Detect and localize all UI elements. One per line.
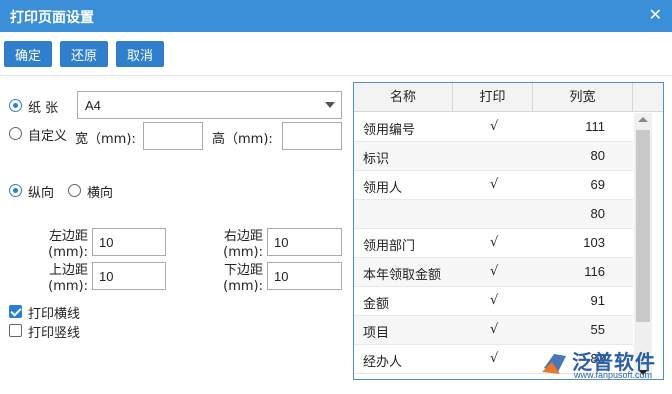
column-header-width[interactable]: 列宽 <box>533 83 633 112</box>
paper-select-value: A4 <box>85 98 101 113</box>
bottom-margin-label: 下边距 (mm): <box>223 263 263 294</box>
grid-rows: 领用编号 √ 111 标识 80 领用人 √ 69 80 领用部门 √ 103 … <box>354 113 633 374</box>
landscape-label: 横向 <box>87 186 114 201</box>
table-row[interactable]: 标识 80 <box>354 142 633 171</box>
cell-width[interactable]: 80 <box>591 148 605 163</box>
scrollbar-thumb[interactable] <box>636 130 650 322</box>
cell-name: 领用编号 <box>363 123 416 138</box>
cell-width[interactable]: 116 <box>584 264 605 279</box>
cell-print[interactable]: √ <box>490 177 498 192</box>
landscape-radio[interactable] <box>68 184 81 197</box>
right-margin-label: 右边距 (mm): <box>223 229 263 260</box>
cell-print[interactable]: √ <box>490 264 498 279</box>
width-label: 宽（mm): <box>75 132 136 147</box>
cell-print[interactable]: √ <box>490 293 498 308</box>
confirm-button[interactable]: 确定 <box>4 41 52 67</box>
table-row[interactable]: 80 <box>354 200 633 229</box>
bottom-margin-input[interactable] <box>267 262 342 290</box>
print-hlines-label: 打印横线 <box>28 307 81 322</box>
paper-label: 纸 张 <box>28 101 59 116</box>
title-bar: 打印页面设置 ✕ <box>0 0 672 32</box>
cell-width[interactable]: 91 <box>591 293 605 308</box>
left-margin-input[interactable] <box>92 228 166 256</box>
fanpu-logo-icon <box>542 354 566 374</box>
height-input[interactable] <box>282 122 342 150</box>
custom-radio[interactable] <box>9 127 22 140</box>
print-vlines-label: 打印竖线 <box>28 326 81 341</box>
toolbar: 确定 还原 取消 <box>0 32 672 76</box>
print-vlines-checkbox[interactable] <box>9 324 22 337</box>
column-grid: 名称 打印 列宽 领用编号 √ 111 标识 80 领用人 √ 69 80 领用… <box>353 82 664 380</box>
cell-name: 经办人 <box>363 355 403 370</box>
custom-label: 自定义 <box>28 129 68 144</box>
cell-width[interactable]: 55 <box>591 322 605 337</box>
cell-width[interactable]: 111 <box>585 119 605 134</box>
cell-width[interactable]: 80 <box>591 206 605 221</box>
cell-name: 领用部门 <box>363 239 416 254</box>
top-margin-label: 上边距 (mm): <box>48 263 88 294</box>
print-hlines-checkbox[interactable] <box>9 305 22 318</box>
restore-button[interactable]: 还原 <box>60 41 108 67</box>
cell-name: 领用人 <box>363 181 403 196</box>
column-header-print[interactable]: 打印 <box>453 83 533 112</box>
cell-name: 本年领取金额 <box>363 268 442 283</box>
width-input[interactable] <box>143 122 203 150</box>
table-row[interactable]: 领用编号 √ 111 <box>354 113 633 142</box>
table-row[interactable]: 本年领取金额 √ 116 <box>354 258 633 287</box>
cancel-button[interactable]: 取消 <box>116 41 164 67</box>
table-row[interactable]: 项目 √ 55 <box>354 316 633 345</box>
right-margin-input[interactable] <box>267 228 342 256</box>
top-margin-input[interactable] <box>92 262 166 290</box>
column-header-name[interactable]: 名称 <box>354 83 453 112</box>
chevron-down-icon <box>325 102 335 108</box>
table-row[interactable]: 领用部门 √ 103 <box>354 229 633 258</box>
watermark-url: www.fanpusoft.com <box>574 370 653 380</box>
cell-name: 标识 <box>363 152 390 167</box>
cell-name: 项目 <box>363 326 390 341</box>
table-row[interactable]: 领用人 √ 69 <box>354 171 633 200</box>
cell-print[interactable]: √ <box>490 322 498 337</box>
grid-scrollbar[interactable] <box>634 113 652 379</box>
paper-select[interactable]: A4 <box>77 91 342 119</box>
watermark: 泛普软件 www.fanpusoft.com <box>540 346 668 386</box>
close-icon[interactable]: ✕ <box>649 5 662 24</box>
cell-print[interactable]: √ <box>490 351 498 366</box>
cell-print[interactable]: √ <box>490 235 498 250</box>
cell-width[interactable]: 69 <box>591 177 605 192</box>
cell-name: 金额 <box>363 297 390 312</box>
cell-width[interactable]: 103 <box>583 235 605 250</box>
left-margin-label: 左边距 (mm): <box>48 229 88 260</box>
window-title: 打印页面设置 <box>10 10 94 26</box>
scroll-up-icon[interactable] <box>638 117 648 122</box>
portrait-label: 纵向 <box>28 186 55 201</box>
height-label: 高（mm): <box>212 132 273 147</box>
grid-header: 名称 打印 列宽 <box>354 83 663 112</box>
portrait-radio[interactable] <box>9 184 22 197</box>
paper-radio[interactable] <box>9 99 22 112</box>
table-row[interactable]: 金额 √ 91 <box>354 287 633 316</box>
cell-print[interactable]: √ <box>490 119 498 134</box>
